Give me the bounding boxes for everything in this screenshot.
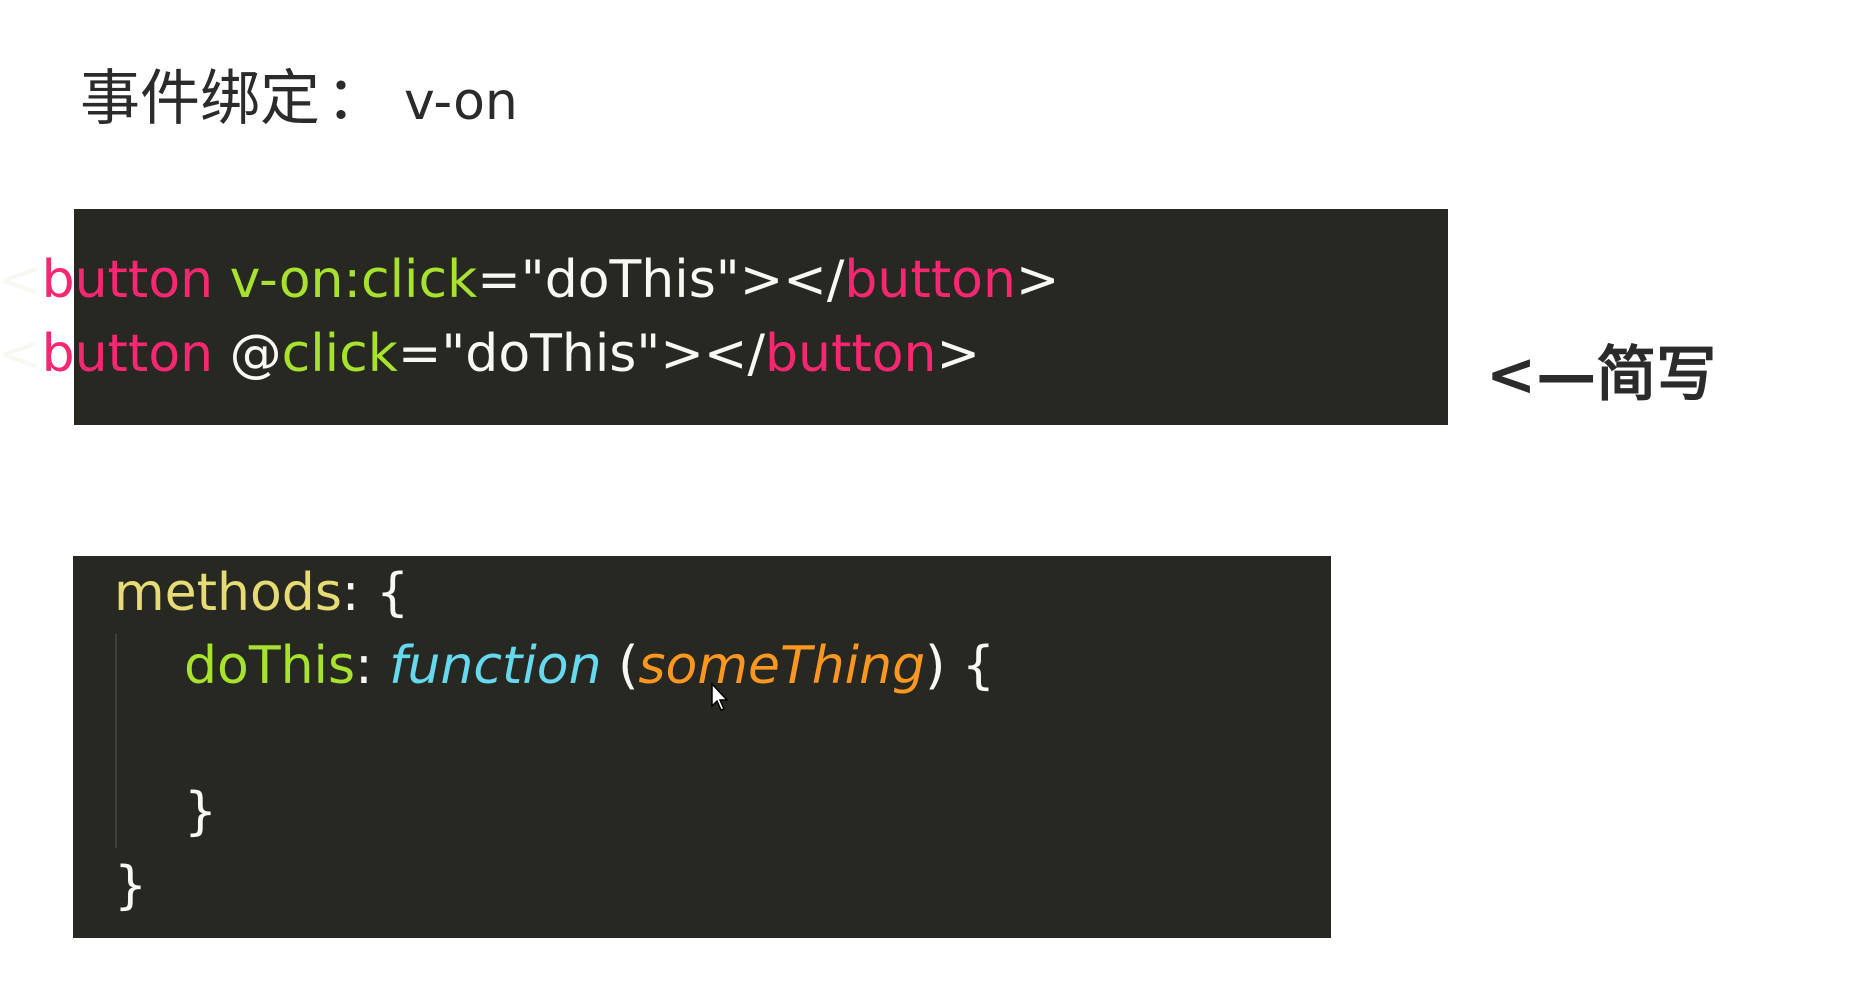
code-token-fn-name: doThis <box>184 636 356 696</box>
code-token-tag: button <box>41 324 214 384</box>
code-token: : <box>355 636 390 696</box>
shorthand-label: 简写 <box>1596 340 1717 410</box>
page-title-separator: ： <box>326 64 386 134</box>
code-token-tag: button <box>41 250 214 310</box>
code-token: > <box>1015 250 1060 310</box>
code-token: = <box>397 324 442 384</box>
code-token: > <box>936 324 981 384</box>
code-token: < <box>0 250 42 310</box>
code-token-at: @ <box>229 324 282 384</box>
indent-guide <box>115 634 117 848</box>
page-title-directive: v-on <box>404 72 518 132</box>
code-token: < <box>0 324 42 384</box>
code-line-close-methods: } <box>114 856 147 916</box>
code-token: = <box>477 250 521 310</box>
code-block-template <box>74 209 1448 425</box>
code-line-dothis: doThis: function (someThing) { <box>184 636 995 696</box>
code-token: ( <box>601 636 639 696</box>
code-token-tag: button <box>764 324 937 384</box>
code-token-string: "doThis" <box>441 324 661 384</box>
mouse-cursor-icon <box>711 682 729 711</box>
code-line-methods: methods: { <box>114 563 409 623</box>
code-token: ></ <box>739 250 845 310</box>
code-token: } <box>114 856 148 916</box>
code-token: { <box>945 636 996 696</box>
code-token-keyword: function <box>389 636 602 696</box>
shorthand-annotation: <—简写 <box>1486 326 1716 413</box>
page-title: 事件绑定： v-on <box>80 50 518 137</box>
code-token-tag: button <box>844 250 1016 310</box>
arrow-left-icon: <— <box>1486 340 1597 410</box>
code-token: { <box>359 563 410 623</box>
code-token: } <box>184 782 218 842</box>
code-token-attr: click <box>281 324 398 384</box>
code-token-string: "doThis" <box>520 250 740 310</box>
code-token-attr: v-on:click <box>229 250 478 310</box>
code-token-key: methods <box>114 563 342 623</box>
code-line-shorthand: <button @click="doThis"></button> <box>0 324 980 384</box>
code-token-param: someThing <box>638 636 926 696</box>
page-title-label: 事件绑定 <box>80 64 320 134</box>
code-token: : <box>341 563 360 623</box>
code-line-v-on: <button v-on:click="doThis"></button> <box>0 250 1059 310</box>
code-token: ) <box>925 636 946 696</box>
code-line-close-fn: } <box>184 782 217 842</box>
code-token: ></ <box>660 324 765 384</box>
